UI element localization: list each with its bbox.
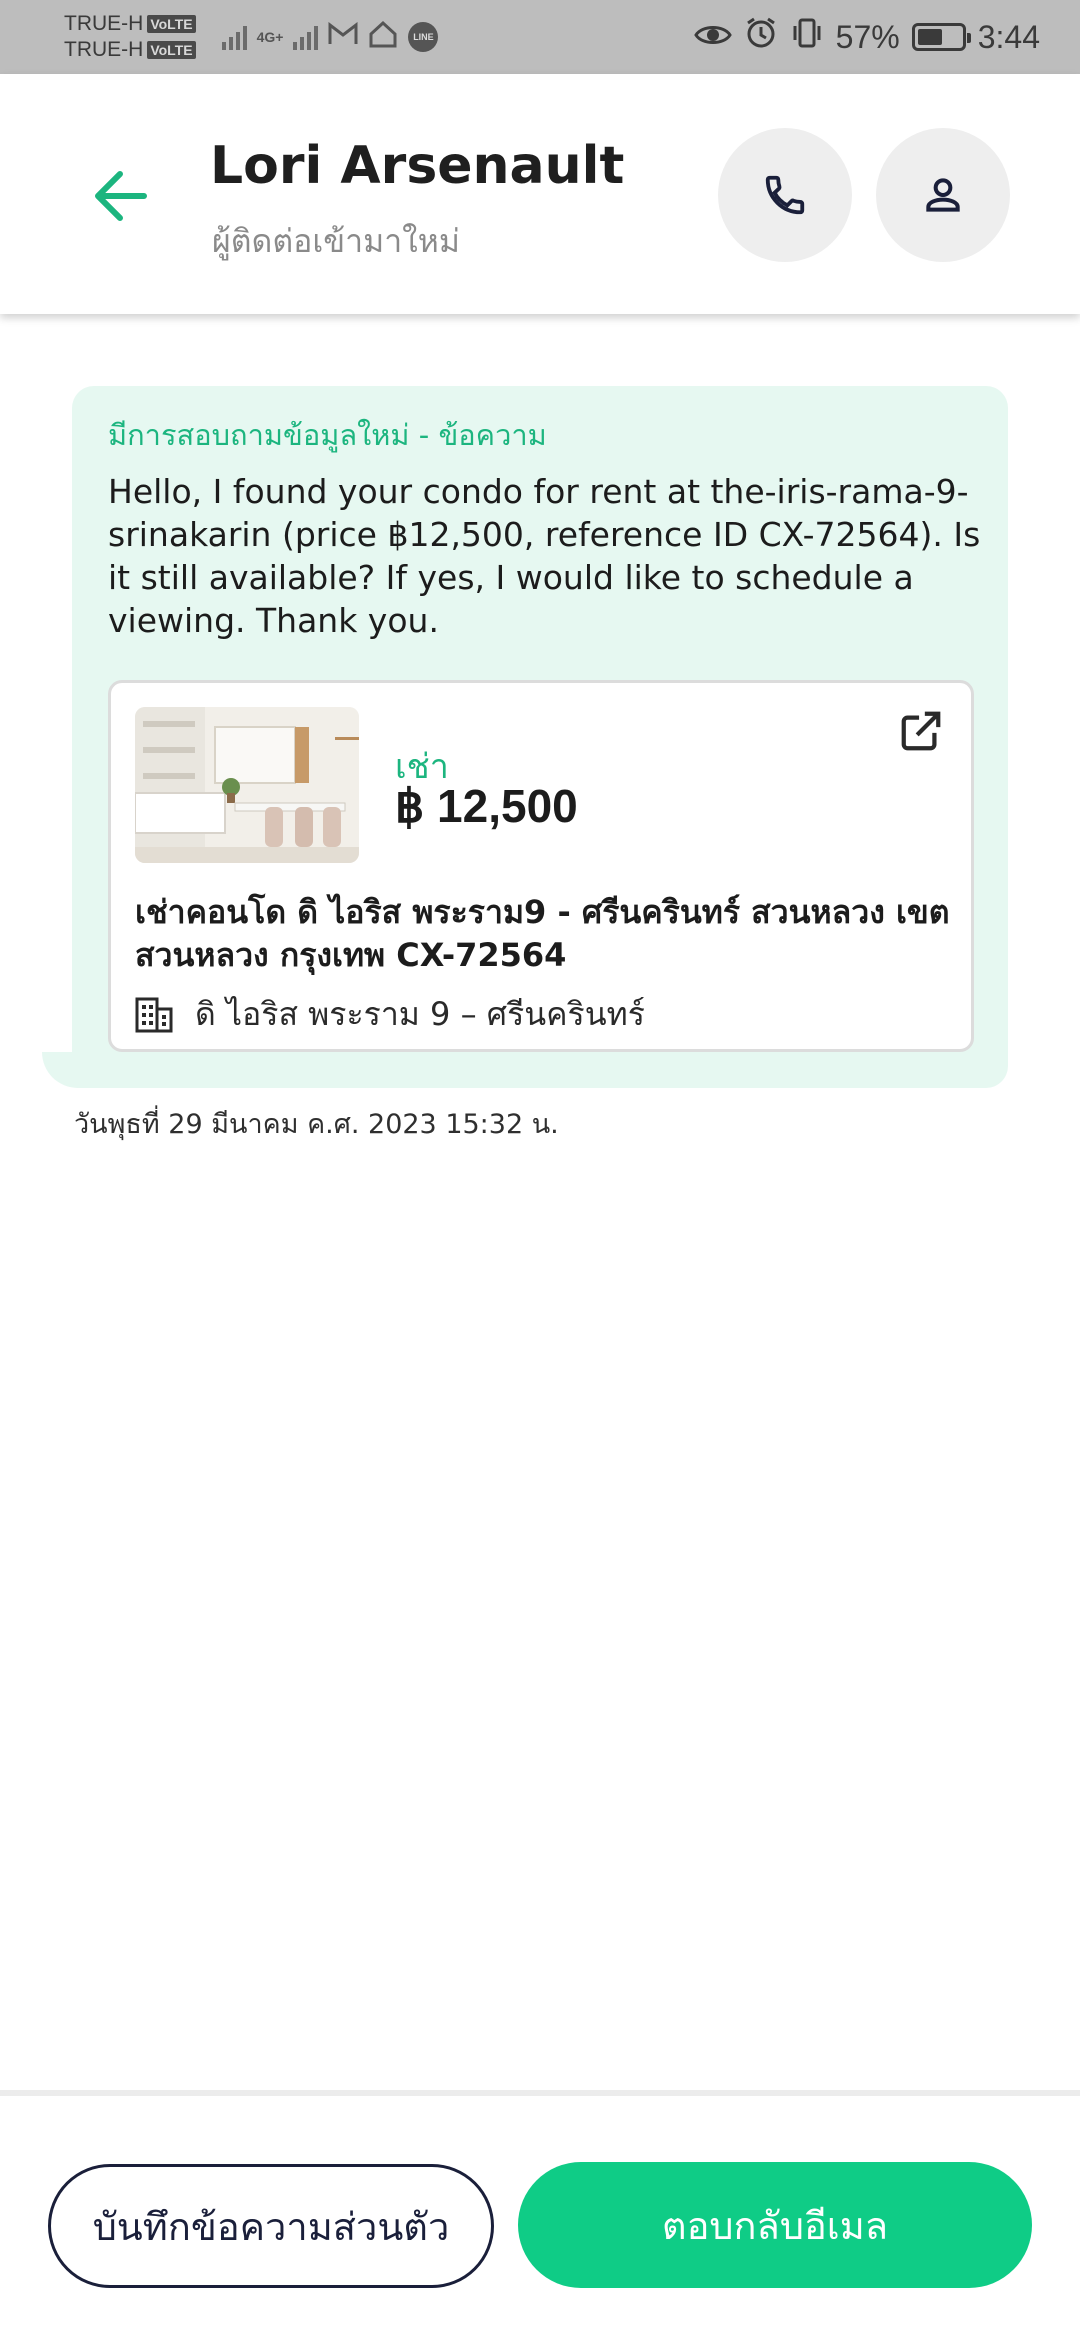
message-heading: มีการสอบถามข้อมูลใหม่ - ข้อความ <box>108 418 547 452</box>
gmail-icon <box>328 21 358 53</box>
alarm-icon <box>744 16 778 58</box>
contact-name: Lori Arsenault <box>210 136 625 196</box>
back-button[interactable] <box>78 154 162 238</box>
building-icon <box>135 997 173 1032</box>
message-bubble: มีการสอบถามข้อมูลใหม่ - ข้อความ Hello, I… <box>72 386 1008 1088</box>
open-listing-button[interactable] <box>893 703 949 759</box>
network-type-label: 4G+ <box>256 29 284 45</box>
message-body: Hello, I found your condo for rent at th… <box>108 472 981 640</box>
message-timestamp: วันพุธที่ 29 มีนาคม ค.ศ. 2023 15:32 น. <box>74 1109 559 1140</box>
listing-title: เช่าคอนโด ดิ ไอริส พระราม9 - ศรีนครินทร์… <box>135 893 950 974</box>
line-icon: LINE <box>408 22 439 52</box>
call-button[interactable] <box>718 128 852 262</box>
contact-status: ผู้ติดต่อเข้ามาใหม่ <box>212 222 460 260</box>
contact-header: Lori Arsenault ผู้ติดต่อเข้ามาใหม่ <box>0 74 1080 314</box>
clock-time: 3:44 <box>977 18 1040 55</box>
battery-percent: 57% <box>835 18 900 55</box>
profile-button[interactable] <box>876 128 1010 262</box>
phone-icon <box>765 175 805 215</box>
listing-photo <box>135 707 359 863</box>
signal-icon <box>293 24 319 50</box>
arrow-left-icon <box>95 171 147 221</box>
listing-project: ดิ ไอริส พระราม 9 – ศรีนครินทร์ <box>135 989 645 1040</box>
volte-badge: VoLTE <box>147 15 196 33</box>
status-bar: TRUE-H VoLTE TRUE-H VoLTE 4G+ LINE 57% 3… <box>0 0 1080 74</box>
carrier-info: TRUE-H VoLTE TRUE-H VoLTE <box>64 11 196 63</box>
eye-icon <box>693 19 732 56</box>
volte-badge: VoLTE <box>147 41 196 59</box>
battery-icon <box>911 23 971 51</box>
listing-price: ฿ 12,500 <box>395 780 578 832</box>
carrier-2-label: TRUE-H <box>64 38 144 61</box>
open-in-new-icon <box>901 711 941 751</box>
carrier-1-label: TRUE-H <box>64 12 144 35</box>
listing-project-name: ดิ ไอริส พระราม 9 – ศรีนครินทร์ <box>195 995 645 1033</box>
vibrate-icon <box>790 16 824 58</box>
reply-email-button[interactable]: ตอบกลับอีเมล <box>518 2162 1032 2288</box>
home-app-icon <box>368 20 398 55</box>
action-bar: บันทึกข้อความส่วนตัว ตอบกลับอีเมล <box>0 2090 1080 2340</box>
listing-card[interactable]: เช่า ฿ 12,500 เช่าคอนโด ดิ ไอริส พระราม9… <box>108 680 974 1052</box>
signal-icon <box>221 24 247 50</box>
person-icon <box>926 178 960 212</box>
private-note-button[interactable]: บันทึกข้อความส่วนตัว <box>48 2164 494 2288</box>
